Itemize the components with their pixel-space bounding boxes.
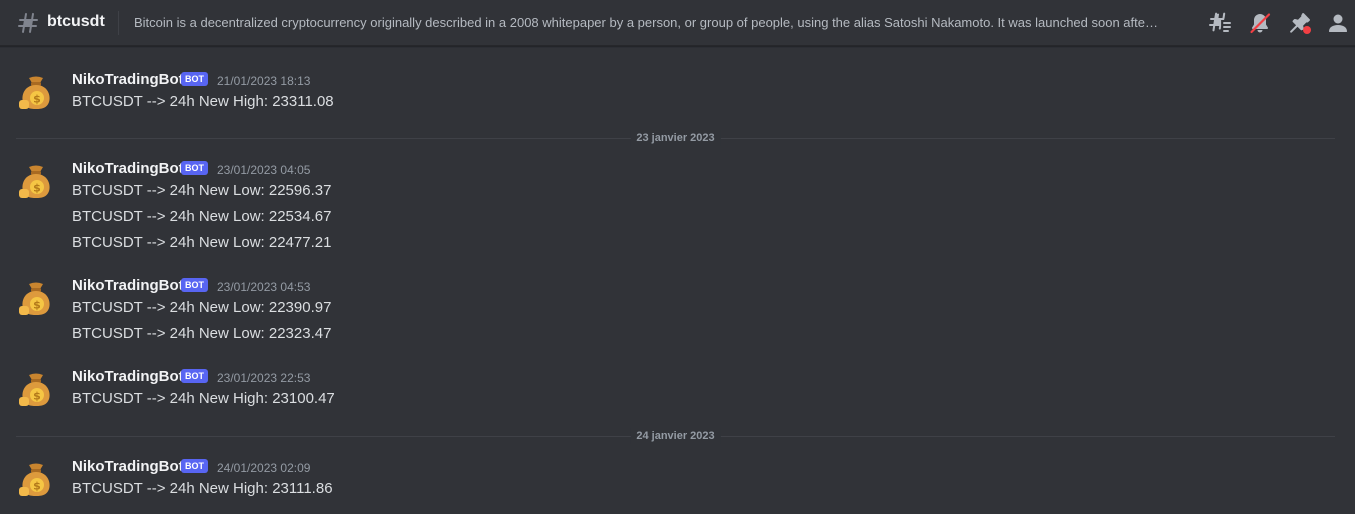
bot-badge: BOT bbox=[181, 72, 208, 86]
username[interactable]: NikoTradingBot bbox=[72, 458, 184, 475]
message-text: BTCUSDT --> 24h New Low: 22323.47 bbox=[72, 325, 332, 342]
message-text: BTCUSDT --> 24h New High: 23100.47 bbox=[72, 390, 335, 407]
member-list-icon[interactable] bbox=[1326, 11, 1350, 35]
svg-text:$: $ bbox=[33, 299, 41, 312]
date-separator: 23 janvier 2023 bbox=[16, 130, 1335, 146]
svg-text:$: $ bbox=[33, 182, 41, 195]
message-text: BTCUSDT --> 24h New Low: 22534.67 bbox=[72, 208, 332, 225]
message-text: BTCUSDT --> 24h New High: 23111.86 bbox=[72, 480, 333, 497]
avatar[interactable]: $ bbox=[16, 278, 56, 318]
bot-badge: BOT bbox=[181, 369, 208, 383]
username[interactable]: NikoTradingBot bbox=[72, 160, 184, 177]
pinned-messages-icon[interactable] bbox=[1288, 11, 1312, 35]
channel-hash-icon bbox=[18, 12, 38, 33]
timestamp[interactable]: 23/01/2023 22:53 bbox=[217, 371, 310, 385]
timestamp[interactable]: 21/01/2023 18:13 bbox=[217, 74, 310, 88]
bot-badge: BOT bbox=[181, 459, 208, 473]
header-divider bbox=[118, 11, 119, 35]
username[interactable]: NikoTradingBot bbox=[72, 368, 184, 385]
threads-icon[interactable] bbox=[1208, 11, 1232, 35]
svg-text:$: $ bbox=[33, 390, 41, 403]
avatar[interactable]: $ bbox=[16, 459, 56, 499]
date-separator-label: 24 janvier 2023 bbox=[630, 428, 721, 444]
svg-text:$: $ bbox=[33, 480, 41, 493]
avatar[interactable]: $ bbox=[16, 72, 56, 112]
notifications-muted-icon[interactable] bbox=[1248, 11, 1272, 35]
username[interactable]: NikoTradingBot bbox=[72, 71, 184, 88]
date-separator: 24 janvier 2023 bbox=[16, 428, 1335, 444]
message-text: BTCUSDT --> 24h New Low: 22596.37 bbox=[72, 182, 332, 199]
channel-header: btcusdt Bitcoin is a decentralized crypt… bbox=[0, 0, 1355, 46]
avatar[interactable]: $ bbox=[16, 369, 56, 409]
timestamp[interactable]: 24/01/2023 02:09 bbox=[217, 461, 310, 475]
bot-badge: BOT bbox=[181, 161, 208, 175]
avatar[interactable]: $ bbox=[16, 161, 56, 201]
bot-badge: BOT bbox=[181, 278, 208, 292]
date-separator-label: 23 janvier 2023 bbox=[630, 130, 721, 146]
message-text: BTCUSDT --> 24h New Low: 22477.21 bbox=[72, 234, 332, 251]
svg-text:$: $ bbox=[33, 93, 41, 106]
message-text: BTCUSDT --> 24h New Low: 22390.97 bbox=[72, 299, 332, 316]
timestamp[interactable]: 23/01/2023 04:05 bbox=[217, 163, 310, 177]
message-text: BTCUSDT --> 24h New High: 23311.08 bbox=[72, 93, 334, 110]
username[interactable]: NikoTradingBot bbox=[72, 277, 184, 294]
channel-name: btcusdt bbox=[47, 13, 105, 30]
channel-topic[interactable]: Bitcoin is a decentralized cryptocurrenc… bbox=[134, 15, 1198, 30]
timestamp[interactable]: 23/01/2023 04:53 bbox=[217, 280, 310, 294]
